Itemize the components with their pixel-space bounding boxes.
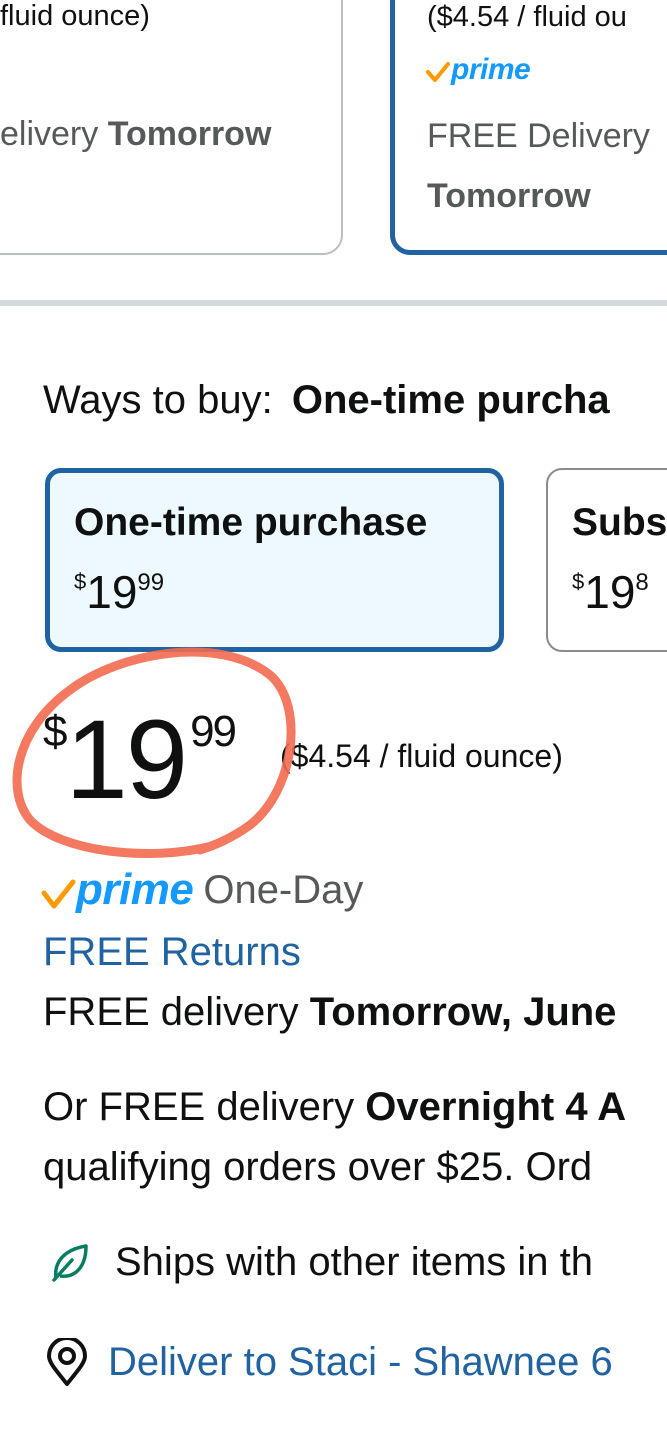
prime-label: prime xyxy=(76,865,194,914)
delivery-line: FREE delivery Tomorrow, June xyxy=(43,990,617,1034)
delivery-prefix: elivery Tomorrow xyxy=(0,115,272,153)
prime-speed: One-Day xyxy=(203,868,364,912)
prime-check-icon xyxy=(41,879,76,909)
overnight-line-2: qualifying orders over $25. Ord xyxy=(43,1145,593,1189)
tile-price: $198 xyxy=(572,566,649,618)
prime-one-day: prime One-Day xyxy=(40,868,363,912)
location-pin-icon xyxy=(47,1338,87,1386)
unit-price-text: ($4.54 / fluid ou xyxy=(427,1,627,33)
ways-to-buy-selected: One-time purcha xyxy=(291,378,610,422)
section-divider xyxy=(0,300,667,306)
product-buy-box: fluid ounce) elivery Tomorrow ($4.54 / f… xyxy=(0,0,667,1445)
free-returns-link[interactable]: FREE Returns xyxy=(43,930,301,975)
overnight-line-1: Or FREE delivery Overnight 4 A xyxy=(43,1085,627,1129)
overnight-window: Overnight 4 A xyxy=(365,1085,627,1129)
delivery-day: Tomorrow xyxy=(107,115,272,153)
ways-to-buy-label: Ways to buy: xyxy=(43,378,273,422)
leaf-icon xyxy=(52,1244,88,1282)
delivery-date: Tomorrow, June xyxy=(309,990,617,1034)
delivery-prefix: FREE Delivery xyxy=(427,117,650,155)
delivery-option-card-right[interactable]: ($4.54 / fluid ou prime FREE Delivery To… xyxy=(390,0,667,255)
tile-price: $1999 xyxy=(74,566,165,618)
unit-price: ($4.54 / fluid ounce) xyxy=(280,738,563,774)
ways-to-buy-row: Ways to buy: One-time purcha xyxy=(43,378,610,423)
ships-with-text: Ships with other items in th xyxy=(115,1240,593,1284)
prime-label: prime xyxy=(451,53,531,86)
one-time-purchase-tile[interactable]: One-time purchase $1999 xyxy=(45,468,504,652)
tile-title: Subs xyxy=(572,501,667,544)
prime-logo: prime xyxy=(425,53,531,86)
tile-title: One-time purchase xyxy=(74,501,428,544)
subscribe-tile[interactable]: Subs $198 xyxy=(546,468,667,652)
unit-price-text: fluid ounce) xyxy=(0,0,150,32)
deliver-to-link[interactable]: Deliver to Staci - Shawnee 6 xyxy=(108,1340,613,1385)
prime-check-icon xyxy=(426,62,450,82)
delivery-option-card-left[interactable]: fluid ounce) elivery Tomorrow xyxy=(0,0,343,255)
delivery-day: Tomorrow xyxy=(427,177,591,215)
annotation-circle-mark xyxy=(12,647,296,858)
